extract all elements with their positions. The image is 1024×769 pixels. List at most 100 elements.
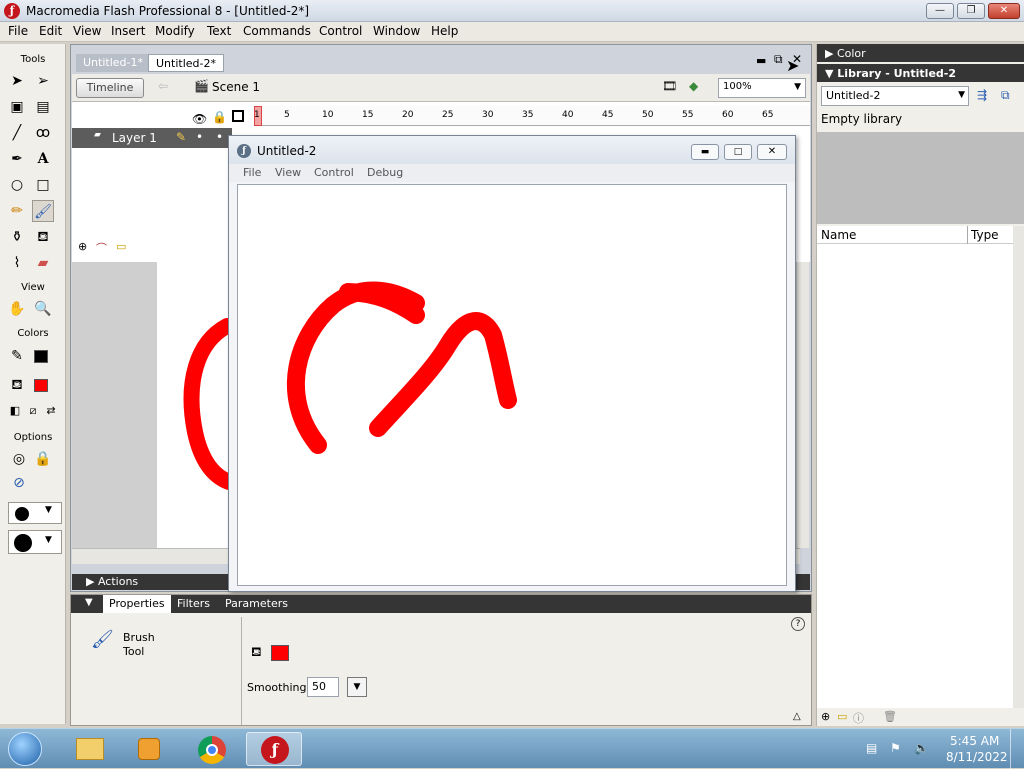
lasso-tool-icon[interactable]: ꝏ bbox=[32, 122, 54, 144]
layer-lock-dot[interactable]: • bbox=[216, 130, 223, 144]
close-button[interactable]: ✕ bbox=[988, 3, 1020, 19]
menu-file[interactable]: File bbox=[8, 24, 28, 38]
network-icon[interactable]: ▤ bbox=[866, 741, 877, 755]
start-button[interactable] bbox=[8, 732, 42, 766]
clock-date[interactable]: 8/11/2022 bbox=[946, 750, 1008, 764]
tab-parameters[interactable]: Parameters bbox=[225, 597, 288, 610]
swap-colors-icon[interactable]: ⇄ bbox=[40, 400, 62, 422]
brush-tool-icon[interactable]: 🖌 bbox=[32, 200, 54, 222]
fill-color-swatch[interactable] bbox=[271, 645, 289, 661]
properties-icon[interactable]: ⓘ bbox=[853, 710, 864, 726]
lock-fill-icon[interactable]: 🔒 bbox=[32, 448, 54, 470]
fill-color-swatch[interactable] bbox=[34, 379, 48, 392]
outline-icon[interactable] bbox=[232, 110, 244, 122]
smoothing-input[interactable]: 50 bbox=[307, 677, 339, 697]
player-menu-view[interactable]: View bbox=[275, 166, 301, 179]
new-library-panel-icon[interactable]: ⇶ bbox=[977, 88, 987, 102]
taskbar-explorer[interactable] bbox=[62, 732, 118, 766]
fill-transform-tool-icon[interactable]: ▤ bbox=[32, 96, 54, 118]
stroke-color-swatch[interactable] bbox=[34, 350, 48, 363]
pencil-tool-icon[interactable]: ✏ bbox=[6, 200, 28, 222]
volume-icon[interactable]: 🔈 bbox=[914, 741, 929, 755]
pen-tool-icon[interactable]: ✒ bbox=[6, 148, 28, 170]
column-type[interactable]: Type bbox=[971, 228, 999, 242]
lock-icon[interactable]: 🔒 bbox=[212, 110, 227, 124]
tab-filters[interactable]: Filters bbox=[177, 597, 210, 610]
doc-restore-icon[interactable]: ⧉ bbox=[774, 52, 783, 67]
eraser-tool-icon[interactable]: ▰ bbox=[32, 252, 54, 274]
back-arrow-icon[interactable]: ⇦ bbox=[158, 79, 168, 93]
player-minimize-button[interactable]: ▬ bbox=[691, 144, 719, 160]
oval-tool-icon[interactable]: ○ bbox=[6, 174, 28, 196]
tab-untitled-1[interactable]: Untitled-1* bbox=[76, 54, 150, 72]
library-panel-header[interactable]: ▼ Library - Untitled-2 bbox=[817, 64, 1024, 82]
player-maximize-button[interactable]: □ bbox=[724, 144, 752, 160]
player-menu-control[interactable]: Control bbox=[314, 166, 354, 179]
action-center-icon[interactable]: ⚑ bbox=[890, 741, 901, 755]
paint-bucket-tool-icon[interactable]: ⛾ bbox=[32, 226, 54, 248]
pin-library-icon[interactable]: ⧉ bbox=[1001, 88, 1010, 103]
text-tool-icon[interactable]: A bbox=[32, 148, 54, 170]
menu-edit[interactable]: Edit bbox=[39, 24, 62, 38]
brush-size-select[interactable]: ▼ bbox=[8, 502, 62, 524]
subselect-tool-icon[interactable]: ➢ bbox=[32, 70, 54, 92]
minimize-button[interactable]: — bbox=[926, 3, 954, 19]
menu-control[interactable]: Control bbox=[319, 24, 362, 38]
delete-icon[interactable]: 🗑 bbox=[883, 710, 897, 723]
tab-untitled-2[interactable]: Untitled-2* bbox=[148, 54, 224, 72]
ink-bottle-tool-icon[interactable]: ⚱ bbox=[6, 226, 28, 248]
eyedropper-tool-icon[interactable]: ⌇ bbox=[6, 252, 28, 274]
collapse-arrow-icon[interactable]: ▼ bbox=[85, 597, 93, 608]
layer-row[interactable]: ▰ Layer 1 ✎ • • bbox=[72, 128, 232, 148]
player-menu-file[interactable]: File bbox=[243, 166, 261, 179]
help-icon[interactable]: ? bbox=[791, 617, 805, 631]
rectangle-tool-icon[interactable]: □ bbox=[32, 174, 54, 196]
zoom-select[interactable]: 100% ▼ bbox=[718, 78, 806, 98]
color-panel-header[interactable]: ▶ Color bbox=[817, 44, 1024, 62]
player-close-button[interactable]: ✕ bbox=[757, 144, 787, 160]
layer-visible-dot[interactable]: • bbox=[196, 130, 203, 144]
column-name[interactable]: Name bbox=[821, 228, 856, 242]
doc-minimize-icon[interactable]: ▬ bbox=[756, 54, 766, 67]
smoothing-dropdown-button[interactable]: ▼ bbox=[347, 677, 367, 697]
edit-scene-icon[interactable]: 🎞 bbox=[662, 79, 677, 93]
brush-shape-mode-icon[interactable]: ⊘ bbox=[8, 472, 30, 494]
timeline-toggle-button[interactable]: Timeline bbox=[76, 78, 144, 98]
library-document-select[interactable]: Untitled-2 ▼ bbox=[821, 86, 969, 106]
arrow-tool-icon[interactable]: ➤ bbox=[6, 70, 28, 92]
stage[interactable] bbox=[157, 262, 237, 548]
brush-shape-select[interactable]: ▼ bbox=[8, 530, 62, 554]
free-transform-tool-icon[interactable]: ▣ bbox=[6, 96, 28, 118]
new-folder-icon[interactable]: ▭ bbox=[837, 710, 847, 723]
player-menu-debug[interactable]: Debug bbox=[367, 166, 403, 179]
new-symbol-icon[interactable]: ⊕ bbox=[821, 710, 830, 723]
line-tool-icon[interactable]: ╱ bbox=[6, 122, 28, 144]
menu-text[interactable]: Text bbox=[207, 24, 231, 38]
library-list[interactable] bbox=[817, 244, 1013, 714]
zoom-tool-icon[interactable]: 🔍 bbox=[32, 298, 54, 320]
taskbar-media-player[interactable] bbox=[122, 732, 178, 766]
add-motion-guide-icon[interactable]: ⌒ bbox=[96, 240, 107, 256]
insert-folder-icon[interactable]: ▭ bbox=[116, 240, 126, 253]
player-canvas[interactable] bbox=[237, 184, 787, 586]
clock-time[interactable]: 5:45 AM bbox=[950, 734, 999, 748]
tab-properties[interactable]: Properties bbox=[103, 595, 171, 613]
library-vertical-scrollbar[interactable] bbox=[1013, 226, 1024, 712]
menu-commands[interactable]: Commands bbox=[243, 24, 311, 38]
eye-icon[interactable]: 👁 bbox=[192, 112, 207, 126]
menu-modify[interactable]: Modify bbox=[155, 24, 195, 38]
menu-view[interactable]: View bbox=[73, 24, 101, 38]
stage-vertical-scrollbar[interactable] bbox=[797, 262, 809, 548]
taskbar-chrome[interactable] bbox=[184, 732, 240, 766]
show-desktop-button[interactable] bbox=[1010, 729, 1024, 769]
insert-layer-icon[interactable]: ⊕ bbox=[78, 240, 87, 253]
menu-help[interactable]: Help bbox=[431, 24, 458, 38]
brush-mode-icon[interactable]: ◎ bbox=[8, 448, 30, 470]
menu-window[interactable]: Window bbox=[373, 24, 420, 38]
edit-symbols-icon[interactable]: ◆ bbox=[689, 79, 698, 93]
restore-button[interactable]: ❐ bbox=[957, 3, 985, 19]
taskbar-flash[interactable]: ƒ bbox=[246, 732, 302, 766]
collapse-up-icon[interactable]: △ bbox=[793, 711, 801, 722]
hand-tool-icon[interactable]: ✋ bbox=[6, 298, 28, 320]
menu-insert[interactable]: Insert bbox=[111, 24, 145, 38]
